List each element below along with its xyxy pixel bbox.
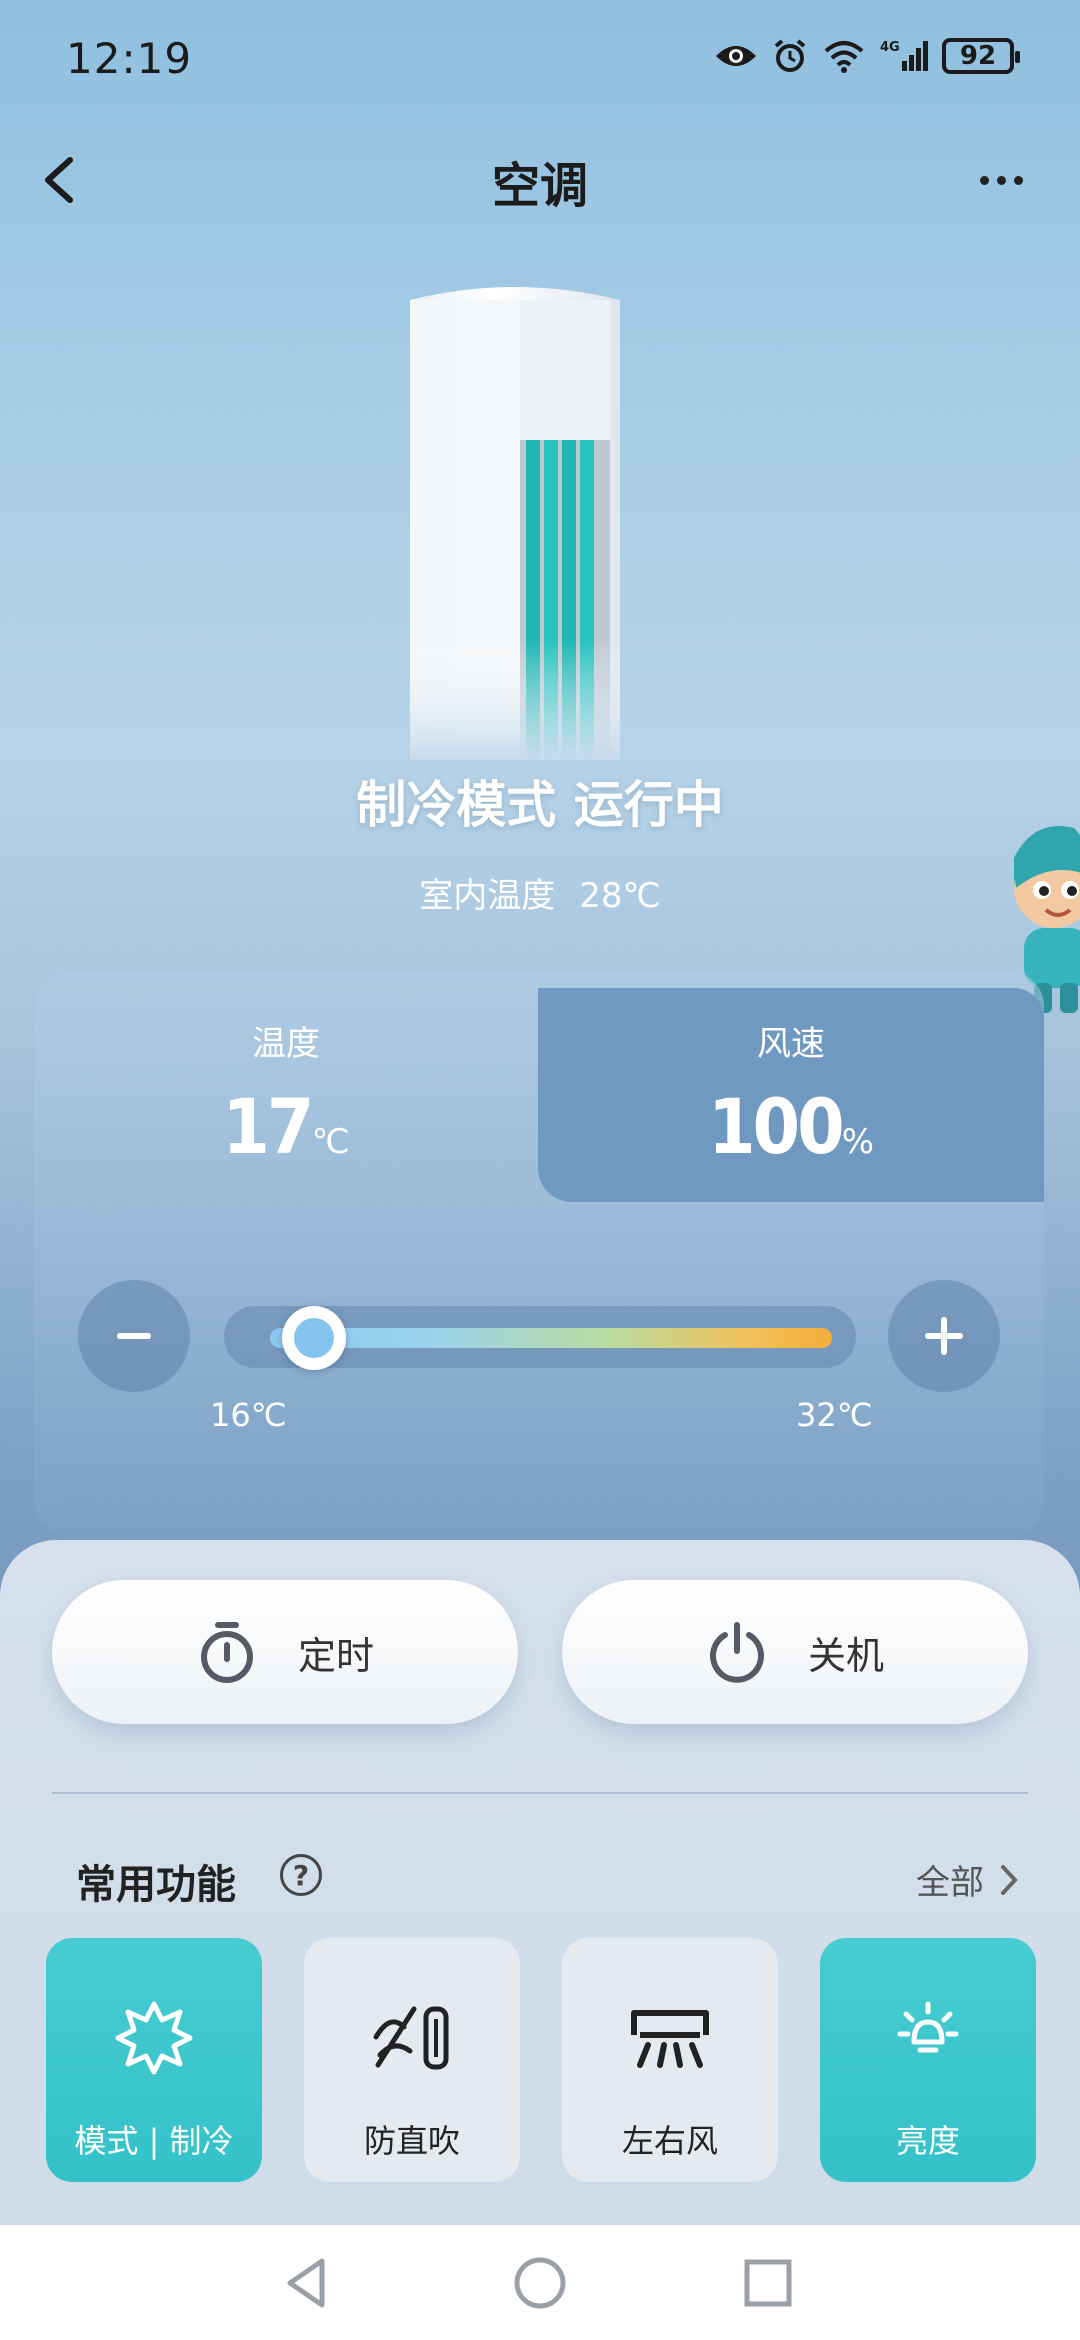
all-functions-link[interactable]: 全部 xyxy=(916,1855,1018,1904)
function-label: 亮度 xyxy=(895,2122,960,2160)
power-off-label: 关机 xyxy=(807,1633,884,1678)
anti-direct-wind-icon xyxy=(373,2006,449,2070)
swing-wind-icon xyxy=(631,2010,709,2068)
slider-min-label: 16℃ xyxy=(210,1396,287,1434)
temperature-label: 温度 xyxy=(252,1024,320,1064)
minus-icon xyxy=(117,1333,151,1339)
tab-temperature[interactable]: 温度 17℃ xyxy=(34,972,538,1202)
function-label: 防直吹 xyxy=(363,2122,460,2160)
chevron-right-icon xyxy=(1001,1864,1018,1895)
mode-status: 制冷模式 运行中 xyxy=(356,776,724,834)
help-icon[interactable]: ? xyxy=(280,1854,322,1896)
section-title: 常用功能 xyxy=(76,1862,236,1908)
slider-thumb[interactable] xyxy=(281,1306,346,1370)
stopwatch-icon xyxy=(200,1622,253,1683)
power-icon xyxy=(710,1622,764,1683)
divider xyxy=(52,1792,1028,1794)
timer-label: 定时 xyxy=(297,1633,374,1678)
temperature-number: 17 xyxy=(222,1082,314,1171)
air-conditioner-image xyxy=(410,280,620,760)
battery-icon: 92 xyxy=(942,38,1020,74)
svg-text:4G: 4G xyxy=(880,40,900,55)
decrease-temperature-button[interactable] xyxy=(78,1280,190,1392)
slider-max-label: 32℃ xyxy=(796,1396,873,1434)
tab-wind-speed[interactable]: 风速 100% xyxy=(538,988,1044,1202)
indoor-temperature-value: 28℃ xyxy=(579,876,661,916)
control-panel: 温度 17℃ 风速 100% xyxy=(34,972,1044,1537)
system-nav-bar xyxy=(0,2225,1080,2340)
function-mode-cool[interactable]: 模式 | 制冷 xyxy=(46,1938,262,2182)
more-dot xyxy=(1014,175,1023,185)
signal-4g-icon: 4G xyxy=(880,40,928,71)
eye-icon xyxy=(716,46,756,66)
function-brightness[interactable]: 亮度 xyxy=(820,1938,1036,2182)
wind-speed-number: 100 xyxy=(707,1082,845,1171)
slider-gradient xyxy=(270,1328,832,1348)
function-anti-direct-wind[interactable]: 防直吹 xyxy=(304,1938,520,2182)
alarm-icon xyxy=(774,39,806,72)
increase-temperature-button[interactable] xyxy=(888,1280,1000,1392)
function-label: 模式 | 制冷 xyxy=(74,2122,234,2160)
plus-icon xyxy=(925,1317,963,1355)
timer-button[interactable]: 定时 xyxy=(52,1580,518,1724)
power-off-button[interactable]: 关机 xyxy=(562,1580,1028,1724)
nav-recents-icon[interactable] xyxy=(738,2253,798,2313)
indoor-temperature-label: 室内温度 xyxy=(419,876,556,916)
temperature-slider[interactable] xyxy=(224,1306,856,1370)
light-bulb-icon xyxy=(897,2001,959,2053)
nav-home-icon[interactable] xyxy=(510,2253,570,2313)
function-swing-wind[interactable]: 左右风 xyxy=(562,1938,778,2182)
function-label: 左右风 xyxy=(621,2122,718,2160)
snowflake-icon xyxy=(115,2001,193,2075)
temperature-value: 17℃ xyxy=(34,1082,538,1171)
more-options-button[interactable] xyxy=(980,160,1040,200)
battery-level: 92 xyxy=(959,41,997,71)
more-dot xyxy=(980,175,989,185)
wind-speed-unit: % xyxy=(841,1122,875,1162)
temperature-unit: ℃ xyxy=(311,1122,350,1162)
indoor-temperature: 室内温度 28℃ xyxy=(0,868,1080,917)
status-time: 12:19 xyxy=(66,34,193,83)
wifi-icon xyxy=(824,41,864,73)
status-icons: 4G 92 xyxy=(714,38,1020,74)
wind-speed-value: 100% xyxy=(538,1082,1044,1171)
nav-back-icon[interactable] xyxy=(278,2253,338,2313)
all-functions-label: 全部 xyxy=(916,1863,984,1903)
wind-speed-label: 风速 xyxy=(757,1024,825,1064)
page-title: 空调 xyxy=(491,158,588,214)
more-dot xyxy=(997,175,1006,185)
